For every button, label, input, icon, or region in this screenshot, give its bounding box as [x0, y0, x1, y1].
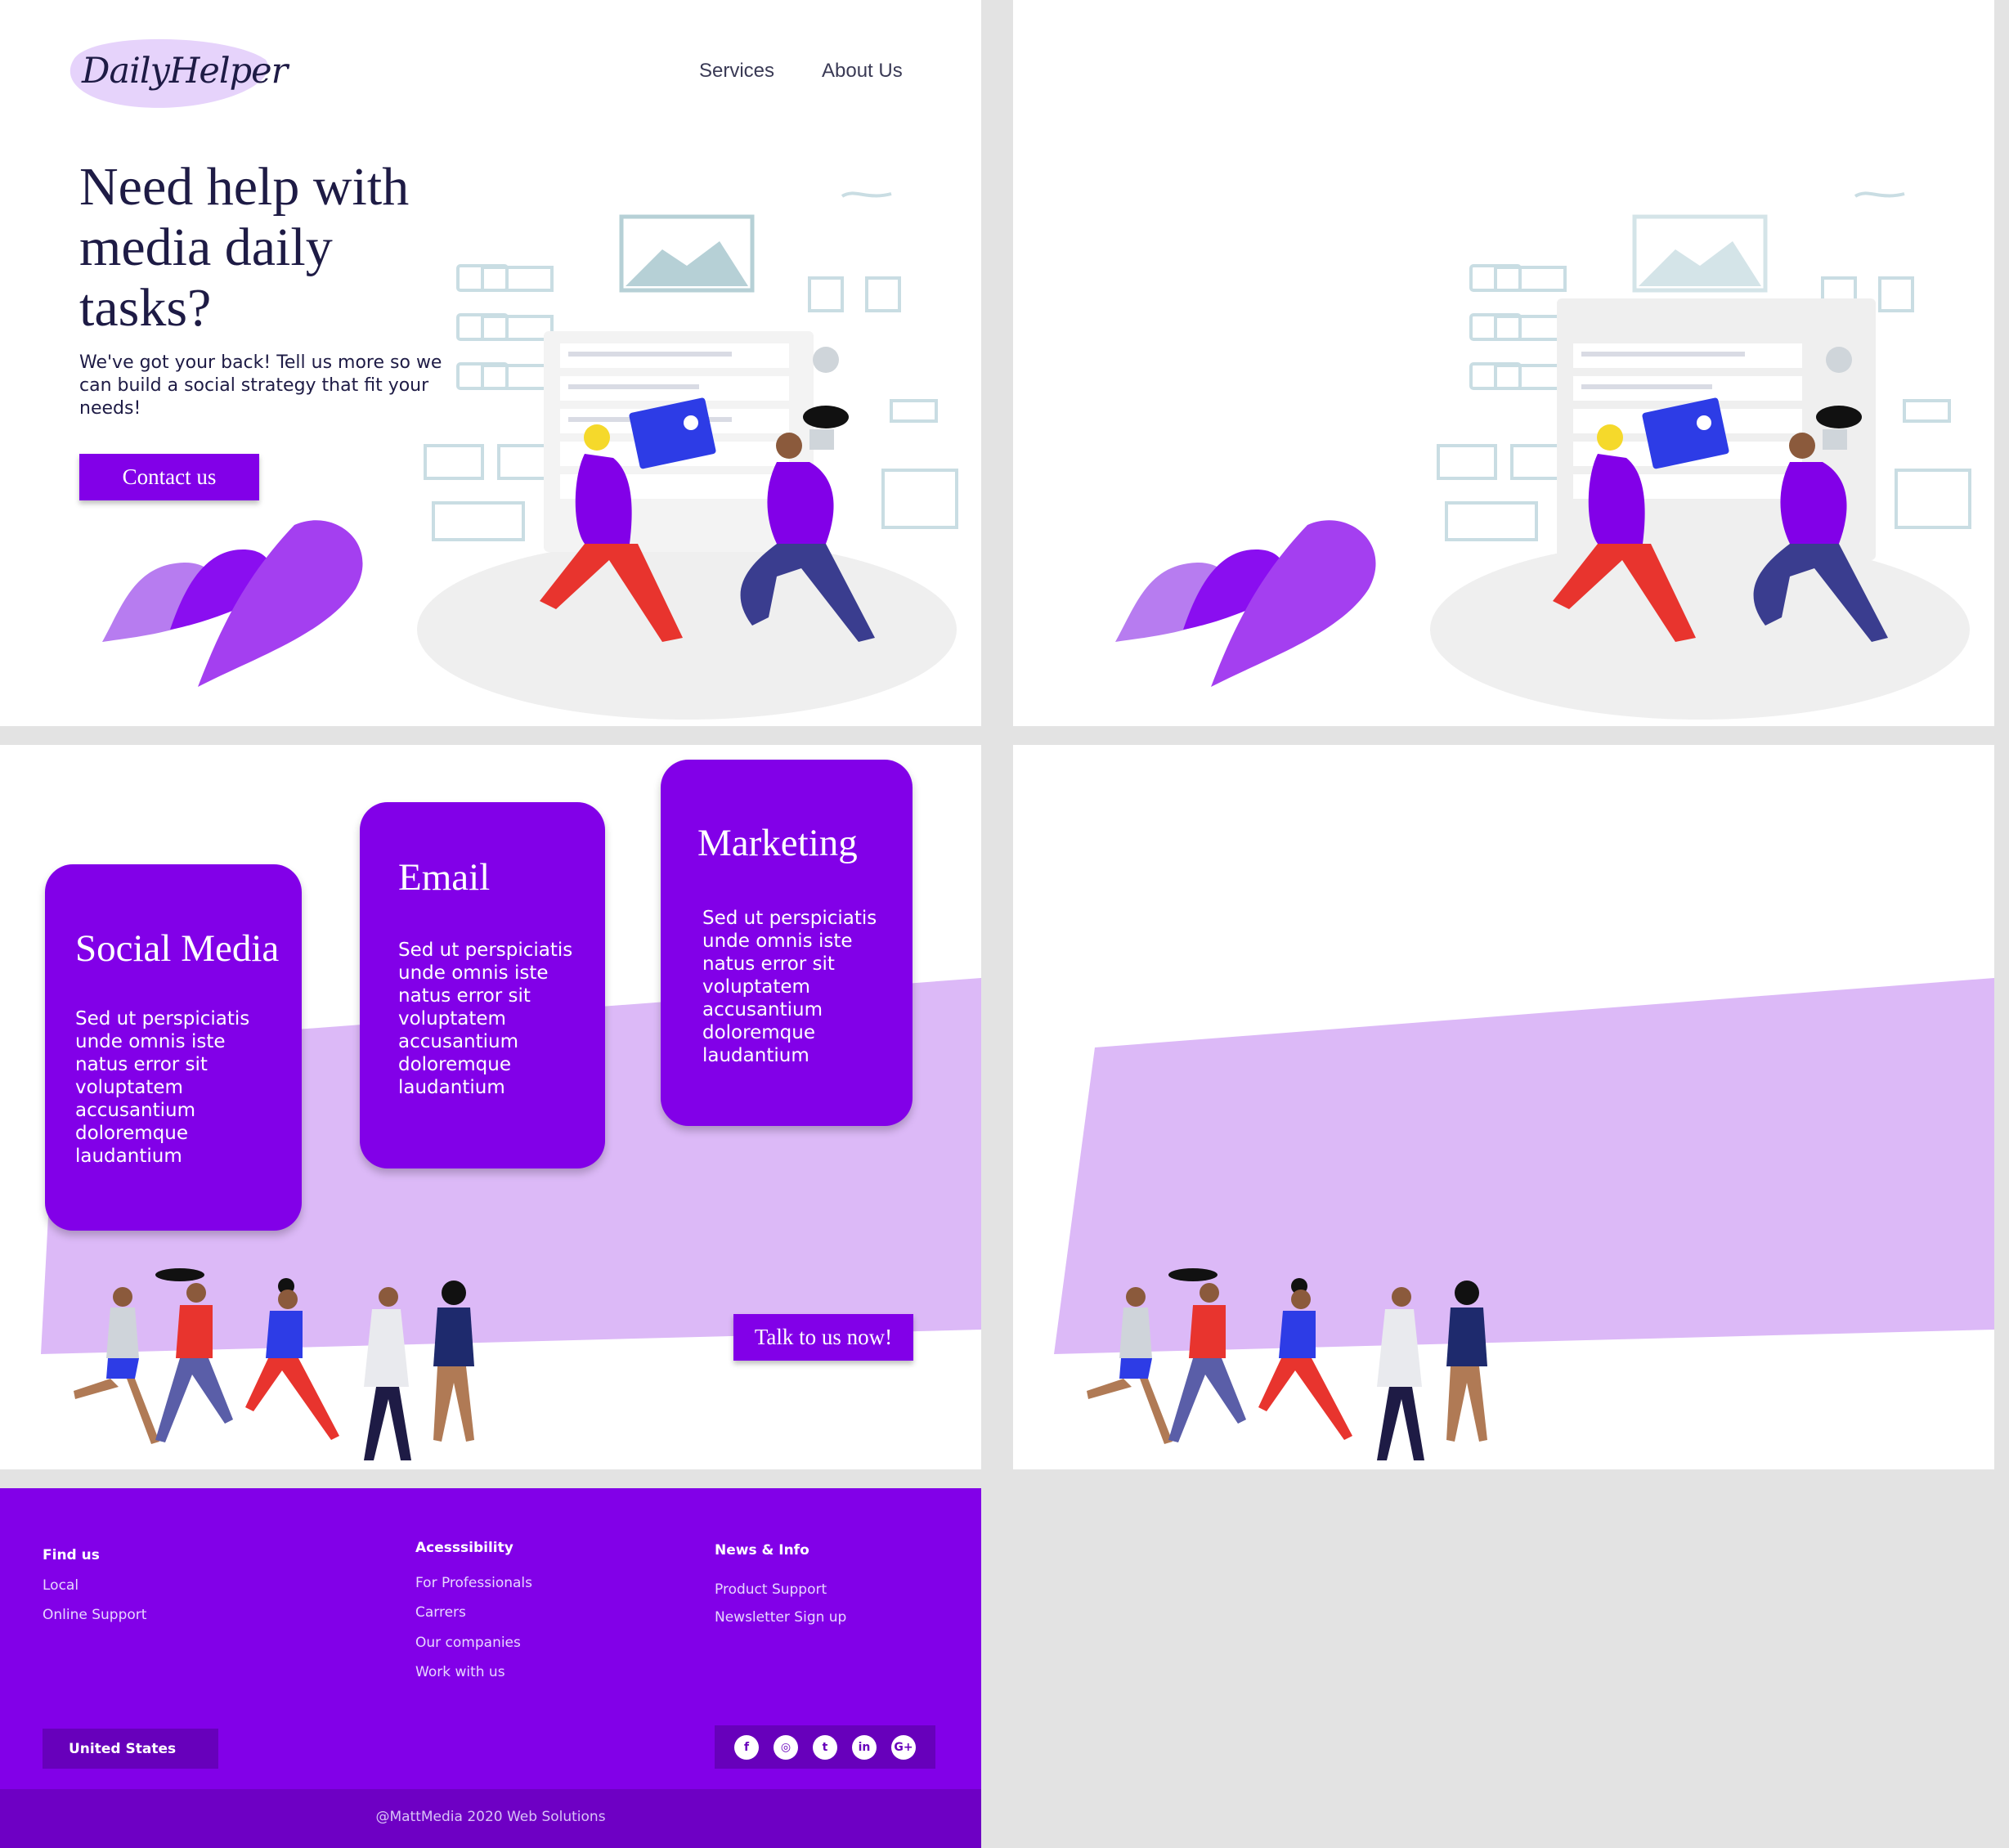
nav-services[interactable]: Services — [699, 60, 774, 83]
service-card-social-media[interactable]: Social Media Sed ut perspiciatis unde om… — [45, 864, 302, 1231]
social-links: f ◎ t in G+ — [715, 1725, 935, 1769]
footer-link-work-with-us[interactable]: Work with us — [415, 1664, 505, 1680]
talk-to-us-button[interactable]: Talk to us now! — [733, 1314, 913, 1361]
hero-illustration — [417, 184, 981, 724]
twitter-icon[interactable]: t — [813, 1734, 837, 1760]
footer-link-carrers[interactable]: Carrers — [415, 1604, 466, 1621]
nav-about-us[interactable]: About Us — [822, 60, 903, 83]
hero-title: Need help with media daily tasks? — [79, 157, 410, 338]
walking-people-illustration — [1070, 1268, 1528, 1469]
footer-heading-news-info: News & Info — [715, 1542, 809, 1559]
facebook-icon[interactable]: f — [734, 1734, 759, 1760]
footer-heading-find-us: Find us — [43, 1547, 100, 1563]
footer-link-local[interactable]: Local — [43, 1577, 78, 1594]
service-card-marketing[interactable]: Marketing Sed ut perspiciatis unde omnis… — [661, 760, 913, 1126]
decorative-blobs — [102, 520, 363, 687]
linkedin-icon[interactable]: in — [852, 1734, 877, 1760]
footer-link-online-support[interactable]: Online Support — [43, 1607, 146, 1623]
country-selector[interactable]: United States — [43, 1729, 218, 1769]
footer-link-product-support[interactable]: Product Support — [715, 1581, 827, 1598]
card-title: Social Media — [75, 927, 280, 970]
footer-link-our-companies[interactable]: Our companies — [415, 1635, 521, 1651]
services-background-panel — [1013, 745, 1994, 1469]
contact-us-button[interactable]: Contact us — [79, 454, 259, 500]
hero-illustration — [1430, 184, 1994, 724]
footer-link-for-professionals[interactable]: For Professionals — [415, 1575, 532, 1591]
walking-people-illustration — [57, 1268, 515, 1469]
footer-heading-accessibility: Acesssibility — [415, 1540, 513, 1556]
services-section: Social Media Sed ut perspiciatis unde om… — [0, 745, 981, 1469]
card-body: Sed ut perspiciatis unde omnis iste natu… — [702, 908, 877, 1066]
hero-illustration-panel — [1013, 0, 1994, 726]
card-body: Sed ut perspiciatis unde omnis iste natu… — [398, 940, 573, 1098]
card-title: Email — [398, 856, 491, 899]
google-plus-icon[interactable]: G+ — [891, 1734, 916, 1760]
footer-link-newsletter-signup[interactable]: Newsletter Sign up — [715, 1609, 846, 1626]
logo[interactable]: DailyHelper — [82, 51, 288, 92]
hero-section: DailyHelper Services About Us Need help … — [0, 0, 981, 726]
hero-subtitle: We've got your back! Tell us more so we … — [79, 352, 442, 419]
card-title: Marketing — [697, 822, 858, 864]
instagram-icon[interactable]: ◎ — [774, 1734, 798, 1760]
copyright-text: @MattMedia 2020 Web Solutions — [375, 1809, 606, 1825]
decorative-blobs — [1115, 520, 1376, 687]
card-body: Sed ut perspiciatis unde omnis iste natu… — [75, 1008, 250, 1167]
service-card-email[interactable]: Email Sed ut perspiciatis unde omnis ist… — [360, 802, 605, 1168]
